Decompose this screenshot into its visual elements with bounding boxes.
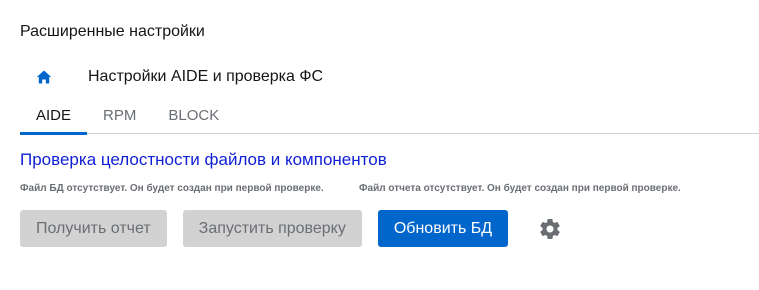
action-bar: Получить отчет Запустить проверку Обнови… bbox=[20, 210, 562, 247]
tab-rpm[interactable]: RPM bbox=[87, 100, 152, 134]
get-report-button[interactable]: Получить отчет bbox=[20, 210, 167, 247]
update-db-button[interactable]: Обновить БД bbox=[377, 210, 509, 247]
breadcrumb: Настройки AIDE и проверка ФС bbox=[36, 66, 323, 88]
tab-bar: AIDE RPM BLOCK bbox=[20, 100, 759, 135]
breadcrumb-current: Настройки AIDE и проверка ФС bbox=[88, 68, 324, 85]
home-icon[interactable] bbox=[36, 69, 52, 85]
report-status-text: Файл отчета отсутствует. Он будет создан… bbox=[359, 183, 681, 194]
gear-icon[interactable] bbox=[538, 217, 562, 241]
run-check-button[interactable]: Запустить проверку bbox=[182, 210, 362, 247]
integrity-check-link[interactable]: Проверка целостности файлов и компоненто… bbox=[20, 149, 387, 171]
tab-aide[interactable]: AIDE bbox=[20, 100, 88, 135]
db-status-text: Файл БД отсутствует. Он будет создан при… bbox=[20, 183, 324, 194]
tab-block[interactable]: BLOCK bbox=[152, 100, 235, 134]
page-title: Расширенные настройки bbox=[20, 23, 205, 40]
